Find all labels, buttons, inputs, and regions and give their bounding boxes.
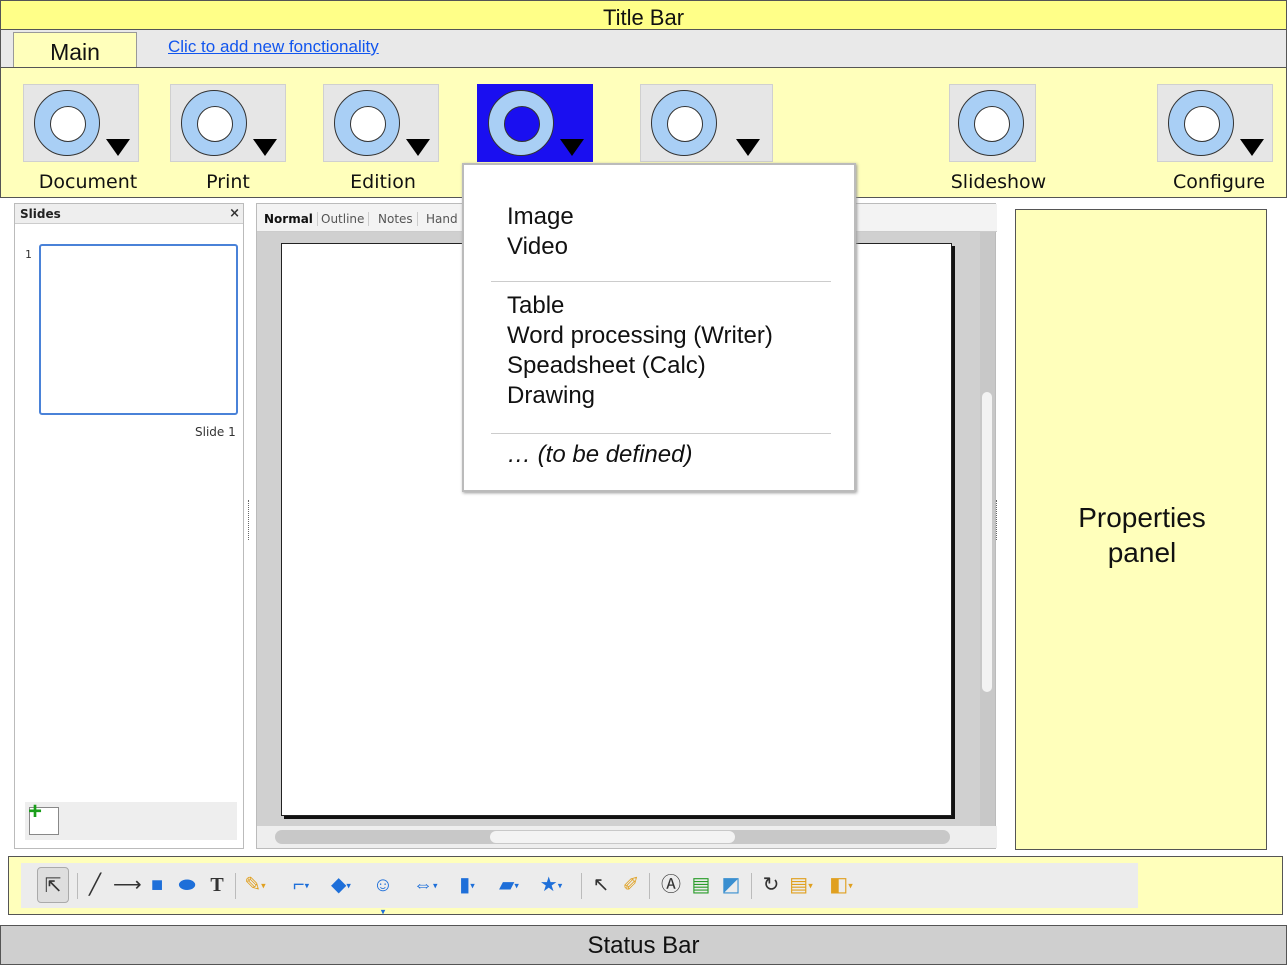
menu-separator: [491, 433, 831, 434]
horizontal-scroll-thumb[interactable]: [490, 831, 735, 843]
right-splitter-handle[interactable]: [996, 500, 998, 540]
arrow-line-icon[interactable]: ⟶: [113, 872, 142, 898]
line-icon[interactable]: ╱: [83, 872, 107, 898]
vertical-scroll-thumb[interactable]: [982, 392, 992, 692]
symbol-shapes-icon[interactable]: ☺▾: [371, 872, 395, 917]
toolbar-separator: [751, 873, 752, 899]
chevron-down-icon: [560, 139, 584, 156]
tab-outline[interactable]: Outline: [317, 212, 370, 226]
block-arrows-icon[interactable]: ⇔▾: [413, 872, 438, 898]
print-icon: [181, 90, 247, 156]
edition-icon: [334, 90, 400, 156]
arrange-icon[interactable]: ◧▾: [829, 872, 853, 898]
insert-dropdown-menu: Image Video Table Word processing (Write…: [462, 163, 856, 492]
slideshow-button[interactable]: [949, 84, 1036, 162]
edition-label: Edition: [350, 171, 416, 193]
rectangle-icon[interactable]: ■: [145, 872, 169, 898]
slide-number: 1: [25, 248, 32, 261]
menu-item-image[interactable]: Image: [507, 203, 574, 231]
slides-panel: Slides × 1 Slide 1: [14, 203, 244, 849]
chevron-down-icon: [106, 139, 130, 156]
new-slide-bar: [25, 798, 237, 840]
print-label: Print: [206, 171, 250, 193]
tab-notes[interactable]: Notes: [374, 212, 418, 226]
glue-points-icon[interactable]: ✐: [619, 872, 643, 898]
edition-button[interactable]: [323, 84, 439, 162]
tab-main[interactable]: Main: [13, 32, 137, 70]
close-icon[interactable]: ×: [229, 204, 240, 224]
chevron-down-icon: [736, 139, 760, 156]
configure-icon: [1168, 90, 1234, 156]
title-bar: Title Bar: [0, 0, 1287, 30]
toolbar-separator: [649, 873, 650, 899]
menu-separator: [491, 281, 831, 282]
menu-item-video[interactable]: Video: [507, 233, 568, 261]
slideshow-icon: [958, 90, 1024, 156]
drawing-toolbar-region: ⇱ ╱ ⟶ ■ ⬬ T ✎▾ ⌐▾ ◆▾ ☺▾ ⇔▾ ▮▾ ▰▾ ★▾ ↖ ✐ …: [8, 856, 1283, 917]
horizontal-scrollbar[interactable]: [257, 826, 997, 848]
document-button[interactable]: [23, 84, 139, 162]
status-bar: Status Bar: [0, 925, 1287, 965]
ribbon-button-5[interactable]: [640, 84, 773, 162]
rotate-icon[interactable]: ↻: [759, 872, 783, 898]
configure-button[interactable]: [1157, 84, 1273, 162]
menu-item-to-be-defined[interactable]: … (to be defined): [507, 441, 692, 469]
add-functionality-link[interactable]: Clic to add new fonctionality: [168, 37, 379, 57]
document-label: Document: [38, 171, 138, 193]
toolbar-separator: [235, 873, 236, 899]
points-icon[interactable]: ↖: [589, 872, 613, 898]
slides-panel-title: Slides: [20, 207, 61, 221]
toolbar-separator: [581, 873, 582, 899]
from-file-icon[interactable]: ▤: [689, 872, 713, 898]
horizontal-scroll-track[interactable]: [275, 830, 950, 844]
chevron-down-icon: [1240, 139, 1264, 156]
alignment-icon[interactable]: ▤▾: [789, 872, 813, 898]
properties-panel-label: Properties panel: [1078, 502, 1206, 568]
select-icon[interactable]: ⇱: [37, 867, 69, 903]
left-splitter-handle[interactable]: [248, 500, 250, 540]
curve-icon[interactable]: ✎▾: [243, 872, 267, 898]
toolbar-separator: [77, 873, 78, 899]
document-icon: [34, 90, 100, 156]
chevron-down-icon: [406, 139, 430, 156]
circle-icon: [651, 90, 717, 156]
flowchart-icon[interactable]: ▮▾: [455, 872, 479, 898]
slide-thumbnail[interactable]: [39, 244, 238, 415]
gallery-icon[interactable]: ◩: [719, 872, 743, 898]
print-button[interactable]: [170, 84, 286, 162]
menu-item-calc[interactable]: Speadsheet (Calc): [507, 352, 706, 380]
basic-shapes-icon[interactable]: ◆▾: [329, 872, 353, 898]
menu-item-table[interactable]: Table: [507, 292, 564, 320]
tab-handout[interactable]: Hand: [422, 212, 462, 226]
ellipse-icon[interactable]: ⬬: [175, 872, 199, 898]
tab-row: Main Clic to add new fonctionality: [0, 30, 1287, 70]
connector-icon[interactable]: ⌐▾: [289, 872, 313, 898]
menu-item-writer[interactable]: Word processing (Writer): [507, 322, 773, 350]
slideshow-label: Slideshow: [950, 171, 1047, 193]
configure-label: Configure: [1172, 171, 1266, 193]
insert-icon: [488, 90, 554, 156]
new-slide-icon[interactable]: [28, 798, 59, 835]
slides-panel-header: Slides ×: [15, 204, 243, 224]
properties-panel: Properties panel: [1015, 209, 1267, 850]
text-icon[interactable]: T: [205, 872, 229, 898]
slide-caption: Slide 1: [195, 425, 236, 439]
menu-item-drawing[interactable]: Drawing: [507, 382, 595, 410]
callouts-icon[interactable]: ▰▾: [497, 872, 521, 898]
chevron-down-icon: [253, 139, 277, 156]
app-window: Title Bar Main Clic to add new fonctiona…: [0, 0, 1287, 965]
vertical-scrollbar[interactable]: [980, 232, 995, 828]
drawing-toolbar: ⇱ ╱ ⟶ ■ ⬬ T ✎▾ ⌐▾ ◆▾ ☺▾ ⇔▾ ▮▾ ▰▾ ★▾ ↖ ✐ …: [21, 863, 1138, 917]
insert-button[interactable]: [477, 84, 593, 162]
stars-icon[interactable]: ★▾: [539, 872, 563, 898]
fontwork-icon[interactable]: Ⓐ: [659, 872, 683, 898]
tab-normal[interactable]: Normal: [260, 212, 318, 226]
